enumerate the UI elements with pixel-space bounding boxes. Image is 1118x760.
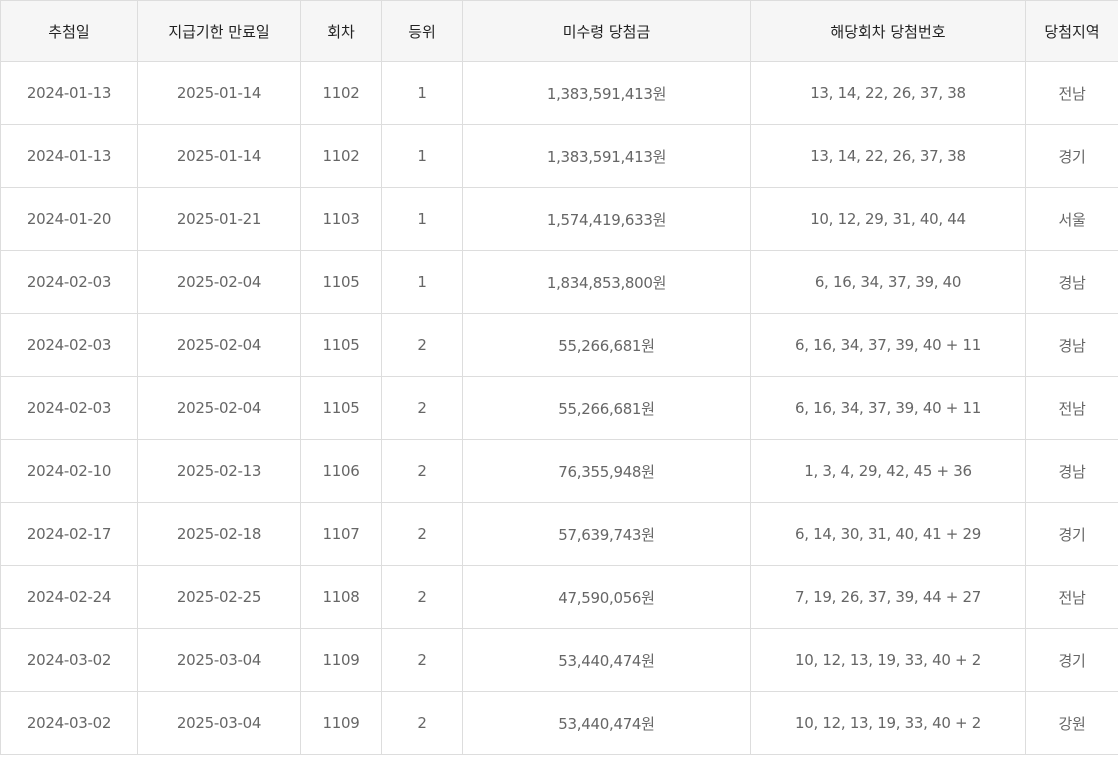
cell-rank: 2 bbox=[381, 313, 463, 377]
cell-region: 전남 bbox=[1025, 565, 1118, 629]
cell-region: 전남 bbox=[1025, 376, 1118, 440]
cell-rank: 1 bbox=[381, 250, 463, 314]
cell-region: 경기 bbox=[1025, 502, 1118, 566]
table-row: 2024-01-13 2025-01-14 1102 1 1,383,591,413원 1… bbox=[0, 124, 1118, 188]
cell-expiry-date: 2025-03-04 bbox=[137, 691, 301, 755]
cell-unclaimed-prize: 1,834,853,800원 bbox=[462, 250, 751, 314]
cell-winning-numbers: 6, 16, 34, 37, 39, 40 bbox=[750, 250, 1026, 314]
cell-draw-date: 2024-03-02 bbox=[0, 628, 138, 692]
cell-winning-numbers: 10, 12, 29, 31, 40, 44 bbox=[750, 187, 1026, 251]
cell-unclaimed-prize: 1,383,591,413원 bbox=[462, 124, 751, 188]
cell-winning-numbers: 1, 3, 4, 29, 42, 45 + 36 bbox=[750, 439, 1026, 503]
cell-draw-date: 2024-01-20 bbox=[0, 187, 138, 251]
cell-expiry-date: 2025-01-21 bbox=[137, 187, 301, 251]
cell-unclaimed-prize: 53,440,474원 bbox=[462, 628, 751, 692]
cell-round: 1108 bbox=[300, 565, 382, 629]
table-row: 2024-02-24 2025-02-25 1108 2 47,590,056원 7, 1… bbox=[0, 565, 1118, 629]
cell-draw-date: 2024-01-13 bbox=[0, 124, 138, 188]
cell-region: 서울 bbox=[1025, 187, 1118, 251]
cell-draw-date: 2024-02-03 bbox=[0, 313, 138, 377]
table-row: 2024-03-02 2025-03-04 1109 2 53,440,474원 10, … bbox=[0, 691, 1118, 755]
cell-region: 경남 bbox=[1025, 439, 1118, 503]
header-expiry-date: 지급기한 만료일 bbox=[137, 0, 301, 62]
cell-round: 1109 bbox=[300, 628, 382, 692]
cell-unclaimed-prize: 53,440,474원 bbox=[462, 691, 751, 755]
cell-rank: 1 bbox=[381, 61, 463, 125]
table-row: 2024-02-03 2025-02-04 1105 2 55,266,681원 6, 1… bbox=[0, 313, 1118, 377]
cell-unclaimed-prize: 55,266,681원 bbox=[462, 376, 751, 440]
cell-winning-numbers: 10, 12, 13, 19, 33, 40 + 2 bbox=[750, 628, 1026, 692]
cell-draw-date: 2024-02-03 bbox=[0, 376, 138, 440]
cell-rank: 2 bbox=[381, 502, 463, 566]
cell-region: 강원 bbox=[1025, 691, 1118, 755]
cell-winning-numbers: 13, 14, 22, 26, 37, 38 bbox=[750, 124, 1026, 188]
cell-expiry-date: 2025-02-18 bbox=[137, 502, 301, 566]
cell-region: 경기 bbox=[1025, 628, 1118, 692]
cell-winning-numbers: 10, 12, 13, 19, 33, 40 + 2 bbox=[750, 691, 1026, 755]
header-draw-date: 추첨일 bbox=[0, 0, 138, 62]
cell-round: 1107 bbox=[300, 502, 382, 566]
cell-rank: 2 bbox=[381, 439, 463, 503]
cell-region: 경기 bbox=[1025, 124, 1118, 188]
cell-round: 1102 bbox=[300, 61, 382, 125]
cell-draw-date: 2024-01-13 bbox=[0, 61, 138, 125]
table-row: 2024-02-17 2025-02-18 1107 2 57,639,743원 6, 1… bbox=[0, 502, 1118, 566]
cell-region: 경남 bbox=[1025, 250, 1118, 314]
cell-round: 1103 bbox=[300, 187, 382, 251]
cell-rank: 2 bbox=[381, 691, 463, 755]
cell-round: 1102 bbox=[300, 124, 382, 188]
cell-rank: 1 bbox=[381, 187, 463, 251]
cell-draw-date: 2024-02-17 bbox=[0, 502, 138, 566]
header-winning-numbers: 해당회차 당첨번호 bbox=[750, 0, 1026, 62]
cell-region: 경남 bbox=[1025, 313, 1118, 377]
cell-unclaimed-prize: 57,639,743원 bbox=[462, 502, 751, 566]
cell-expiry-date: 2025-02-25 bbox=[137, 565, 301, 629]
table-row: 2024-03-02 2025-03-04 1109 2 53,440,474원 10, … bbox=[0, 628, 1118, 692]
cell-region: 전남 bbox=[1025, 61, 1118, 125]
cell-draw-date: 2024-02-03 bbox=[0, 250, 138, 314]
cell-expiry-date: 2025-01-14 bbox=[137, 61, 301, 125]
cell-winning-numbers: 6, 16, 34, 37, 39, 40 + 11 bbox=[750, 313, 1026, 377]
cell-winning-numbers: 13, 14, 22, 26, 37, 38 bbox=[750, 61, 1026, 125]
cell-winning-numbers: 6, 16, 34, 37, 39, 40 + 11 bbox=[750, 376, 1026, 440]
cell-draw-date: 2024-02-10 bbox=[0, 439, 138, 503]
header-round: 회차 bbox=[300, 0, 382, 62]
table-body: 2024-01-13 2025-01-14 1102 1 1,383,591,413원 1… bbox=[0, 61, 1118, 755]
cell-rank: 1 bbox=[381, 124, 463, 188]
cell-expiry-date: 2025-02-13 bbox=[137, 439, 301, 503]
cell-round: 1106 bbox=[300, 439, 382, 503]
cell-rank: 2 bbox=[381, 565, 463, 629]
cell-expiry-date: 2025-02-04 bbox=[137, 376, 301, 440]
unclaimed-prize-table: 추첨일 지급기한 만료일 회차 등위 미수령 당첨금 해당회차 당첨번호 당첨지… bbox=[0, 0, 1118, 755]
cell-draw-date: 2024-02-24 bbox=[0, 565, 138, 629]
cell-unclaimed-prize: 1,574,419,633원 bbox=[462, 187, 751, 251]
cell-winning-numbers: 6, 14, 30, 31, 40, 41 + 29 bbox=[750, 502, 1026, 566]
cell-unclaimed-prize: 1,383,591,413원 bbox=[462, 61, 751, 125]
cell-expiry-date: 2025-02-04 bbox=[137, 250, 301, 314]
table-header: 추첨일 지급기한 만료일 회차 등위 미수령 당첨금 해당회차 당첨번호 당첨지… bbox=[0, 0, 1118, 62]
table-row: 2024-01-20 2025-01-21 1103 1 1,574,419,633원 1… bbox=[0, 187, 1118, 251]
cell-round: 1105 bbox=[300, 376, 382, 440]
cell-rank: 2 bbox=[381, 376, 463, 440]
header-region: 당첨지역 bbox=[1025, 0, 1118, 62]
cell-unclaimed-prize: 47,590,056원 bbox=[462, 565, 751, 629]
cell-round: 1105 bbox=[300, 250, 382, 314]
table-row: 2024-01-13 2025-01-14 1102 1 1,383,591,413원 1… bbox=[0, 61, 1118, 125]
cell-round: 1109 bbox=[300, 691, 382, 755]
cell-unclaimed-prize: 55,266,681원 bbox=[462, 313, 751, 377]
cell-rank: 2 bbox=[381, 628, 463, 692]
cell-winning-numbers: 7, 19, 26, 37, 39, 44 + 27 bbox=[750, 565, 1026, 629]
cell-round: 1105 bbox=[300, 313, 382, 377]
table-row: 2024-02-10 2025-02-13 1106 2 76,355,948원 1, 3… bbox=[0, 439, 1118, 503]
header-unclaimed-prize: 미수령 당첨금 bbox=[462, 0, 751, 62]
cell-expiry-date: 2025-01-14 bbox=[137, 124, 301, 188]
cell-expiry-date: 2025-02-04 bbox=[137, 313, 301, 377]
header-row: 추첨일 지급기한 만료일 회차 등위 미수령 당첨금 해당회차 당첨번호 당첨지… bbox=[0, 0, 1118, 62]
cell-draw-date: 2024-03-02 bbox=[0, 691, 138, 755]
table-row: 2024-02-03 2025-02-04 1105 1 1,834,853,800원 6… bbox=[0, 250, 1118, 314]
header-rank: 등위 bbox=[381, 0, 463, 62]
table-row: 2024-02-03 2025-02-04 1105 2 55,266,681원 6, 1… bbox=[0, 376, 1118, 440]
cell-expiry-date: 2025-03-04 bbox=[137, 628, 301, 692]
cell-unclaimed-prize: 76,355,948원 bbox=[462, 439, 751, 503]
